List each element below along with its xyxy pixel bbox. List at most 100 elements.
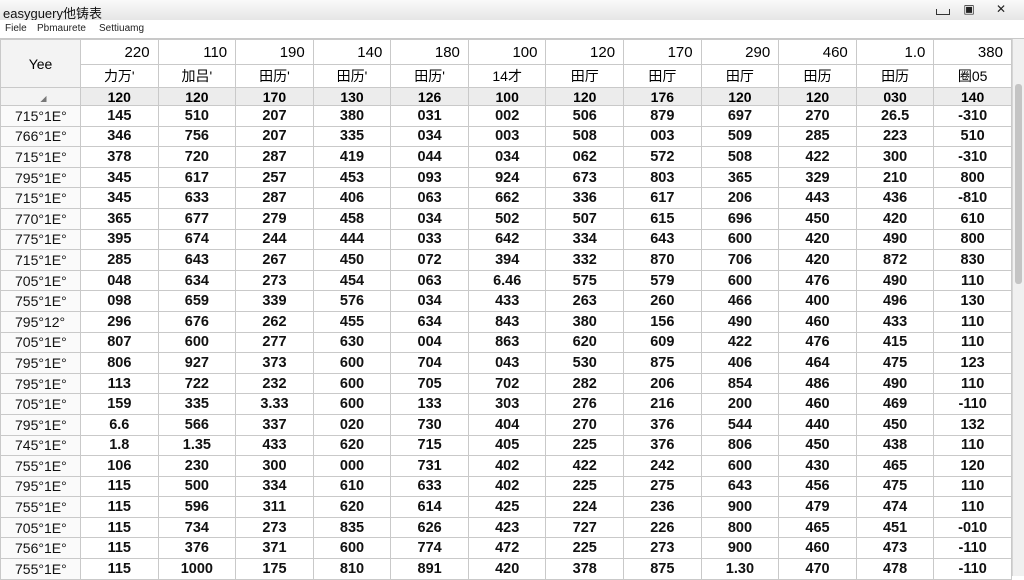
column-header-bottom[interactable]: 120 xyxy=(700,87,780,106)
table-cell[interactable]: 334 xyxy=(545,228,625,251)
table-cell[interactable]: 115 xyxy=(80,516,159,539)
table-cell[interactable]: 110 xyxy=(933,475,1012,498)
row-header[interactable]: 705°1E° xyxy=(0,269,81,292)
table-cell[interactable]: 223 xyxy=(855,125,935,148)
table-cell[interactable]: 034 xyxy=(390,207,469,230)
table-cell[interactable]: 479 xyxy=(778,496,857,518)
table-cell[interactable]: 450 xyxy=(778,207,857,230)
table-row[interactable]: 745°1E° 1.8 1.35 433 620 715 405 225 376 806 450 43… xyxy=(0,434,1012,457)
row-header[interactable]: 795°1E° xyxy=(0,372,81,395)
table-cell[interactable]: 6.6 xyxy=(80,413,159,436)
table-cell[interactable]: 470 xyxy=(778,558,857,580)
row-header[interactable]: 766°1E° xyxy=(0,125,81,148)
table-cell[interactable]: 380 xyxy=(312,105,392,127)
row-header[interactable]: 715°1E° xyxy=(0,187,81,209)
table-cell[interactable]: 420 xyxy=(778,249,857,271)
table-cell[interactable]: 110 xyxy=(933,496,1012,518)
table-cell[interactable]: -110 xyxy=(933,558,1012,580)
table-cell[interactable]: 279 xyxy=(235,207,314,230)
row-header[interactable]: 795°1E° xyxy=(0,475,81,498)
table-cell[interactable]: 257 xyxy=(235,166,314,189)
table-cell[interactable]: 617 xyxy=(623,187,702,209)
table-cell[interactable]: 450 xyxy=(855,413,935,436)
table-row[interactable]: 755°1E° 098 659 339 576 034 433 263 260 466 400 496… xyxy=(0,290,1012,312)
table-cell[interactable]: 345 xyxy=(80,166,159,189)
table-cell[interactable]: 464 xyxy=(778,352,857,374)
table-cell[interactable]: 336 xyxy=(545,187,625,209)
table-cell[interactable]: 450 xyxy=(312,249,392,271)
table-row[interactable]: 795°1E° 806 927 373 600 704 043 530 875 406 464 475… xyxy=(0,352,1012,374)
table-cell[interactable]: 576 xyxy=(312,290,392,312)
table-cell[interactable]: 300 xyxy=(855,146,935,168)
table-cell[interactable]: 033 xyxy=(390,228,469,251)
table-cell[interactable]: 620 xyxy=(312,496,392,518)
table-cell[interactable]: 451 xyxy=(855,516,935,539)
column-header-label[interactable]: 14才 xyxy=(467,64,547,88)
column-header-top[interactable]: 140 xyxy=(312,39,392,65)
table-cell[interactable]: 273 xyxy=(235,269,314,292)
table-cell[interactable]: 643 xyxy=(623,228,702,251)
table-cell[interactable]: 803 xyxy=(623,166,702,189)
table-cell[interactable]: 400 xyxy=(778,290,857,312)
table-cell[interactable]: 807 xyxy=(80,331,159,354)
table-cell[interactable]: 450 xyxy=(778,434,857,457)
table-cell[interactable]: 633 xyxy=(157,187,237,209)
table-cell[interactable]: 756 xyxy=(157,125,237,148)
table-row[interactable]: 755°1E° 106 230 300 000 731 402 422 242 600 430 465… xyxy=(0,455,1012,477)
table-cell[interactable]: 034 xyxy=(467,146,547,168)
row-header[interactable]: 705°1E° xyxy=(0,516,81,539)
table-cell[interactable]: 373 xyxy=(235,352,314,374)
table-cell[interactable]: 600 xyxy=(700,228,780,251)
table-cell[interactable]: 572 xyxy=(623,146,702,168)
table-cell[interactable]: 378 xyxy=(545,558,625,580)
table-cell[interactable]: 335 xyxy=(157,393,237,415)
table-row[interactable]: 755°1E° 115 1000 175 810 891 420 378 875 1.30 470 4… xyxy=(0,558,1012,580)
table-cell[interactable]: 26.5 xyxy=(855,105,935,127)
table-cell[interactable]: 872 xyxy=(855,249,935,271)
table-cell[interactable]: 696 xyxy=(700,207,780,230)
table-row[interactable]: 795°1E° 345 617 257 453 093 924 673 803 365 329 210… xyxy=(0,166,1012,189)
table-cell[interactable]: 634 xyxy=(157,269,237,292)
table-cell[interactable]: 444 xyxy=(312,228,392,251)
table-cell[interactable]: 277 xyxy=(235,331,314,354)
table-cell[interactable]: 226 xyxy=(623,516,702,539)
table-cell[interactable]: 402 xyxy=(467,455,547,477)
table-cell[interactable]: 927 xyxy=(157,352,237,374)
table-cell[interactable]: 600 xyxy=(157,331,237,354)
table-cell[interactable]: 731 xyxy=(390,455,469,477)
column-header-top[interactable]: 100 xyxy=(467,39,547,65)
menu-settings[interactable]: Settiuamg xyxy=(99,23,144,34)
table-cell[interactable]: 460 xyxy=(778,310,857,333)
column-header-label[interactable]: 田厅 xyxy=(700,64,780,88)
table-cell[interactable]: 465 xyxy=(855,455,935,477)
table-cell[interactable]: 875 xyxy=(623,352,702,374)
table-cell[interactable]: 722 xyxy=(157,372,237,395)
table-cell[interactable]: 634 xyxy=(390,310,469,333)
table-cell[interactable]: 133 xyxy=(390,393,469,415)
table-cell[interactable]: 843 xyxy=(467,310,547,333)
table-cell[interactable]: 034 xyxy=(390,125,469,148)
column-header-top[interactable]: 460 xyxy=(778,39,857,65)
table-cell[interactable]: 617 xyxy=(157,166,237,189)
table-cell[interactable]: 633 xyxy=(390,475,469,498)
table-cell[interactable]: 455 xyxy=(312,310,392,333)
table-cell[interactable]: 395 xyxy=(80,228,159,251)
table-cell[interactable]: 230 xyxy=(157,455,237,477)
table-cell[interactable]: 422 xyxy=(700,331,780,354)
table-cell[interactable]: 626 xyxy=(390,516,469,539)
table-cell[interactable]: 507 xyxy=(545,207,625,230)
table-cell[interactable]: 508 xyxy=(700,146,780,168)
table-cell[interactable]: 490 xyxy=(855,269,935,292)
row-header[interactable]: 795°1E° xyxy=(0,413,81,436)
row-header[interactable]: 770°1E° xyxy=(0,207,81,230)
table-cell[interactable]: 810 xyxy=(312,558,392,580)
table-cell[interactable]: 216 xyxy=(623,393,702,415)
table-cell[interactable]: 440 xyxy=(778,413,857,436)
table-cell[interactable]: 422 xyxy=(545,455,625,477)
table-cell[interactable]: 891 xyxy=(390,558,469,580)
table-cell[interactable]: 610 xyxy=(933,207,1012,230)
row-header[interactable]: 755°1E° xyxy=(0,558,81,580)
table-cell[interactable]: 1.35 xyxy=(157,434,237,457)
row-header[interactable]: 755°1E° xyxy=(0,455,81,477)
table-cell[interactable]: 575 xyxy=(545,269,625,292)
